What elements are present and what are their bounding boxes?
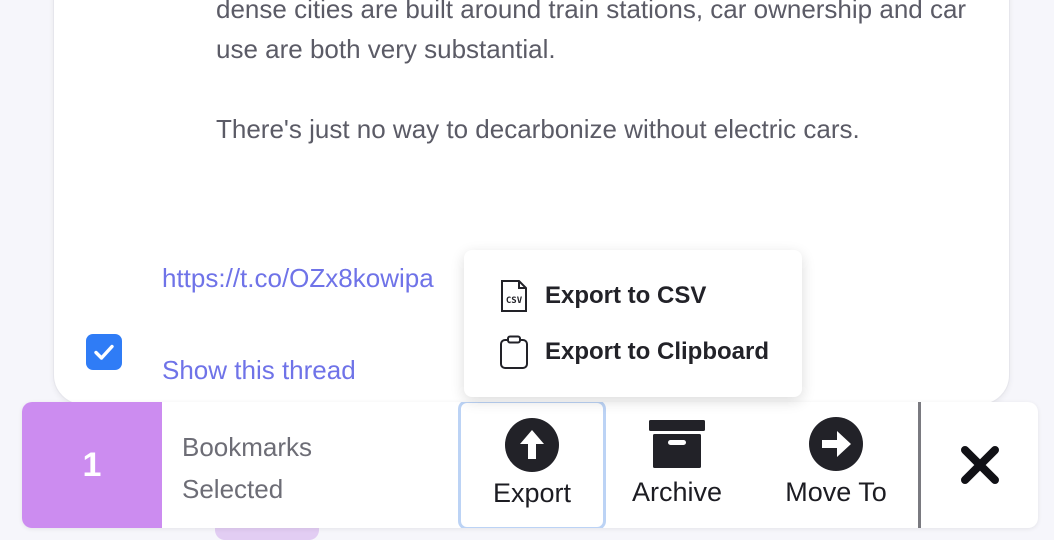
- selected-label: Bookmarks Selected: [182, 426, 382, 510]
- archive-label: Archive: [631, 477, 723, 507]
- csv-file-icon: CSV: [498, 278, 530, 314]
- export-menu: CSV Export to CSV Export to Clipboard: [464, 250, 802, 397]
- svg-text:CSV: CSV: [506, 296, 523, 306]
- tag-chip: [215, 526, 319, 540]
- archive-button[interactable]: Archive: [610, 402, 744, 528]
- tweet-paragraph: There's just no way to decarbonize witho…: [216, 114, 860, 144]
- export-to-csv-item[interactable]: CSV Export to CSV: [498, 276, 706, 316]
- show-thread-link[interactable]: Show this thread: [162, 350, 356, 390]
- bookmarks-page: Even in countries where transit systems …: [0, 0, 1054, 540]
- move-to-label: Move To: [785, 477, 887, 507]
- export-to-csv-label: Export to CSV: [545, 282, 707, 309]
- selected-label-line2: Selected: [182, 474, 284, 504]
- close-icon: [961, 446, 999, 484]
- move-to-button[interactable]: Move To: [762, 402, 910, 528]
- divider: [918, 402, 921, 528]
- upload-circle-icon: [504, 417, 560, 473]
- export-label: Export: [492, 478, 572, 508]
- selected-count: 1: [22, 402, 162, 528]
- select-checkbox[interactable]: [86, 334, 122, 370]
- close-button[interactable]: [922, 402, 1038, 528]
- tweet-link[interactable]: https://t.co/OZx8kowipa: [162, 258, 434, 298]
- export-to-clipboard-label: Export to Clipboard: [545, 338, 769, 365]
- tweet-text: Even in countries where transit systems …: [216, 0, 996, 189]
- archive-box-icon: [649, 416, 705, 472]
- tweet-paragraph: Even in countries where transit systems …: [216, 0, 967, 64]
- selected-label-line1: Bookmarks: [182, 432, 313, 462]
- export-button[interactable]: Export: [458, 402, 606, 528]
- clipboard-icon: [498, 334, 530, 370]
- selection-action-bar: 1 Bookmarks Selected Export Archive Move…: [22, 402, 1038, 528]
- checkmark-icon: [94, 344, 114, 360]
- arrow-right-circle-icon: [808, 416, 864, 472]
- export-to-clipboard-item[interactable]: Export to Clipboard: [498, 332, 769, 372]
